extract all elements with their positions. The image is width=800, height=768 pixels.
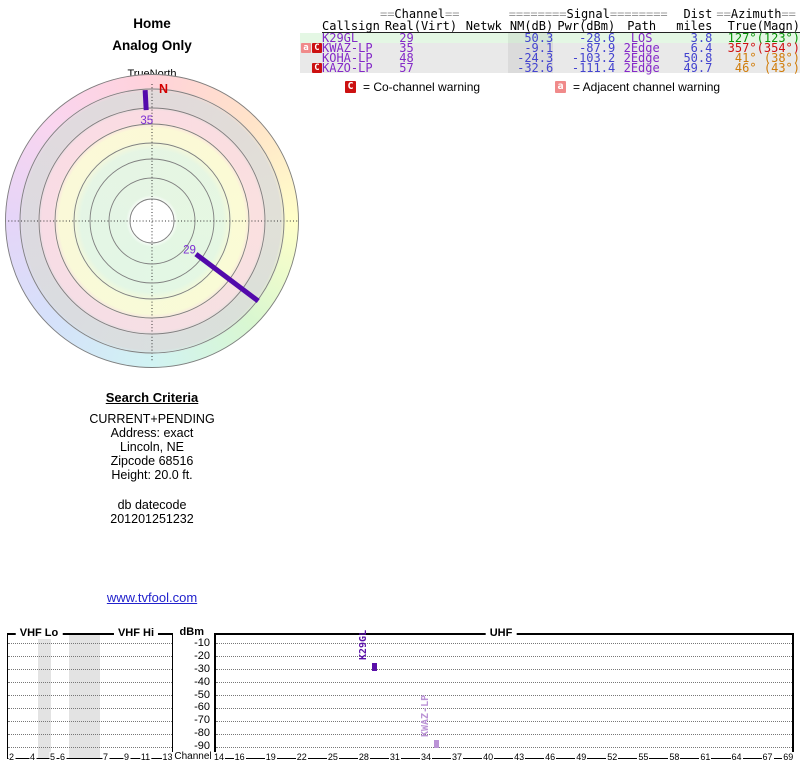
uhf-label: UHF	[485, 627, 517, 639]
channel-tick-label: 52	[606, 752, 619, 762]
svg-text:35: 35	[140, 115, 153, 127]
channel-tick-label: 9	[122, 752, 131, 762]
signal-marker	[371, 663, 377, 672]
channel-tick-label: 37	[451, 752, 464, 762]
db-datecode-line: 201201251232	[110, 512, 194, 526]
channel-tick-label: 4	[28, 752, 37, 762]
y-tick-label: -90	[194, 740, 210, 753]
channel-tick-label: 14	[212, 752, 226, 762]
gridline	[216, 746, 792, 748]
search-criteria-line: Address: exact	[110, 426, 194, 440]
gridline	[8, 733, 172, 735]
y-tick-label: -80	[194, 727, 210, 740]
svg-text:N: N	[159, 82, 168, 96]
legend-co-channel-text: = Co-channel warning	[363, 80, 481, 94]
co-channel-warning-icon: C	[312, 63, 322, 73]
channel-tick-label: 64	[730, 752, 743, 762]
gridline	[216, 720, 792, 722]
channel-tick-label: 34	[419, 752, 433, 762]
gridline	[216, 733, 792, 735]
adjacent-channel-warning-icon: a	[301, 43, 311, 53]
tvfool-link[interactable]: www.tvfool.com	[107, 590, 197, 605]
channel-tick-label: 43	[513, 752, 526, 762]
adjacent-channel-warning-icon: a	[555, 81, 566, 93]
col-virt: (Virt)	[413, 20, 460, 33]
gridline	[8, 707, 172, 709]
channel-tick-label: 19	[264, 752, 277, 762]
legend-adjacent-channel: a = Adjacent channel warning	[554, 80, 720, 94]
col-netwk: Netwk	[459, 20, 509, 33]
gridline	[216, 643, 792, 645]
gridline	[8, 682, 172, 684]
vhf-lo-label: VHF Lo	[15, 627, 63, 639]
search-criteria-line: Height: 20.0 ft.	[111, 468, 193, 482]
gridline	[8, 643, 172, 645]
gridline	[216, 695, 792, 697]
co-channel-warning-icon: C	[345, 81, 356, 93]
channel-tick-label: 25	[326, 752, 339, 762]
channel-tick-label: 22	[295, 752, 308, 762]
channel-tick-label: 49	[575, 752, 588, 762]
signal-marker	[433, 740, 439, 749]
y-tick-label: -70	[194, 714, 210, 727]
y-tick-label: -60	[194, 701, 210, 714]
y-tick-label: -20	[194, 649, 210, 662]
gridline	[8, 695, 172, 697]
page-subtitle: Analog Only	[112, 38, 192, 53]
channel-tick-label: 31	[388, 752, 401, 762]
channel-tick-label: 16	[233, 752, 246, 762]
azimuth-polar-plot: 35 29 N	[2, 71, 302, 371]
polar-overlay: 35 29 N	[5, 74, 299, 368]
channel-tick-label: 58	[668, 752, 681, 762]
channel-tick-label: 55	[637, 752, 650, 762]
site-link-wrap: www.tvfool.com	[32, 590, 272, 605]
gridline	[216, 707, 792, 709]
uhf-plot-box: 14 16 19 22 25 28 31 34 37 40 43 46 49 52 55 58 61 64 67 69…	[212, 630, 795, 762]
spectrum-gap-band	[68, 635, 100, 758]
channel-tick-label: 11	[139, 752, 152, 762]
search-criteria-line: Lincoln, NE	[120, 440, 184, 454]
co-channel-warning-icon: C	[312, 43, 322, 53]
channel-tick-label: 61	[699, 752, 712, 762]
channel-tick-label: 28	[357, 752, 370, 762]
y-tick-label: -10	[194, 636, 210, 649]
signal-marker-label: K29GL	[358, 630, 370, 661]
legend-co-channel: C = Co-channel warning	[344, 80, 480, 94]
vhf-hi-label: VHF Hi	[113, 627, 159, 639]
channel-tick-label: 7	[101, 752, 110, 762]
channel-tick-label: 5	[48, 752, 57, 762]
channel-tick-label: 6	[58, 752, 67, 762]
legend-adjacent-channel-text: = Adjacent channel warning	[573, 80, 721, 94]
page-title: Home	[133, 16, 171, 31]
y-tick-label: -40	[194, 675, 210, 688]
gridline	[216, 656, 792, 658]
search-criteria-line: CURRENT+PENDING	[89, 412, 215, 426]
svg-text:29: 29	[183, 244, 196, 256]
channel-tick-label: 46	[544, 752, 557, 762]
channel-tick-label: 69	[782, 752, 795, 762]
channel-signal-chart: 2 4 5 6 7 9 11 13 14 16 19 22 25 28 31 34 37 40 43 46 49 52 5…	[0, 622, 800, 768]
channel-tick-label: 2	[7, 752, 16, 762]
channel-tick-label: 40	[482, 752, 495, 762]
gridline	[8, 669, 172, 671]
gridline	[8, 746, 172, 748]
signal-marker-label: KWAZ-LP	[420, 694, 432, 738]
vhf-plot-box: 2 4 5 6 7 9 11 13	[7, 633, 174, 762]
channel-tick-label: 67	[761, 752, 774, 762]
spectrum-gap-band	[37, 635, 51, 758]
db-datecode-line: db datecode	[117, 498, 187, 512]
search-criteria-line: Zipcode 68516	[110, 454, 194, 468]
y-tick-label: -50	[194, 688, 210, 701]
station-table: ==Channel== ========Signal======== Dist …	[300, 8, 800, 74]
search-criteria-lines: CURRENT+PENDING Address: exact Lincoln, NE…	[32, 412, 272, 482]
gridline	[8, 656, 172, 658]
gridline	[216, 682, 792, 684]
search-criteria-title: Search Criteria	[105, 390, 199, 405]
db-datecode: db datecode 201201251232	[32, 498, 272, 526]
table-row: C KAZO-LP 57 -32.6 -111.4 2Edge 49.7 46° (43°)	[300, 62, 800, 74]
gridline	[216, 669, 792, 671]
y-tick-label: -30	[194, 662, 210, 675]
gridline	[8, 720, 172, 722]
